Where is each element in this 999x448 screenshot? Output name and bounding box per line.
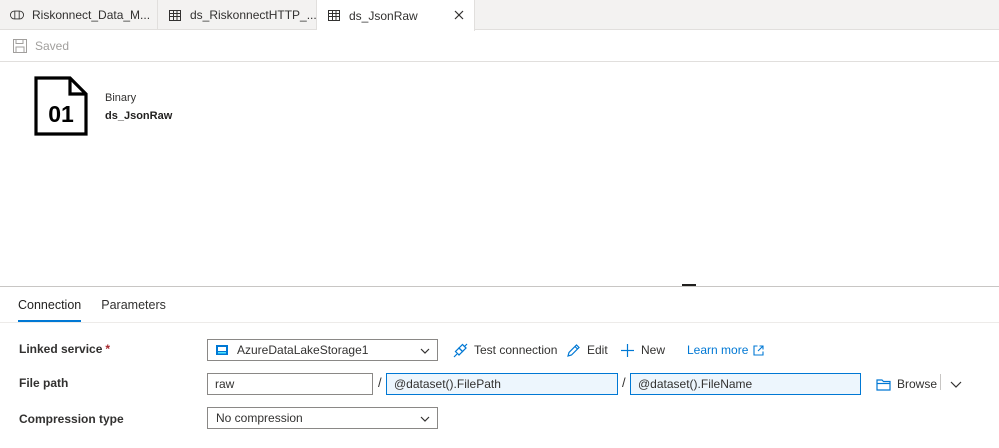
browse-button[interactable]: Browse: [875, 376, 937, 392]
editor-tab-strip: Riskonnect_Data_M... ds_RiskonnectHTTP_.…: [0, 0, 999, 31]
browse-dropdown-button[interactable]: [948, 376, 970, 392]
storage-icon: [216, 344, 228, 356]
tab-dataset-http[interactable]: ds_RiskonnectHTTP_...: [158, 0, 317, 30]
required-marker: *: [105, 342, 111, 356]
edit-label: Edit: [587, 343, 608, 357]
binary-icon-text: 01: [48, 101, 74, 127]
chevron-down-icon: [948, 376, 964, 392]
splitter-handle[interactable]: [682, 284, 696, 286]
tab-parameters[interactable]: Parameters: [101, 298, 166, 322]
panel-splitter: [0, 286, 999, 287]
chevron-down-icon: [420, 345, 430, 355]
chevron-down-icon: [420, 413, 430, 423]
linked-service-value: AzureDataLakeStorage1: [237, 343, 369, 357]
tab-dataset-jsonraw[interactable]: ds_JsonRaw: [317, 0, 475, 31]
learn-more-link[interactable]: Learn more: [687, 343, 764, 357]
test-connection-label: Test connection: [474, 343, 558, 357]
path-separator: /: [622, 375, 626, 390]
dataset-type: Binary: [105, 92, 137, 104]
plus-icon: [619, 342, 635, 358]
linked-service-label: Linked service *: [19, 342, 110, 356]
file-name-input[interactable]: @dataset().FileName: [630, 373, 861, 395]
binary-file-icon: 01: [34, 76, 89, 136]
browse-label: Browse: [897, 377, 938, 391]
external-link-icon: [753, 344, 764, 356]
folder-icon: [875, 376, 891, 392]
compression-type-label: Compression type: [19, 412, 124, 426]
new-label: New: [641, 343, 666, 357]
save-icon: [13, 39, 27, 53]
saved-status: Saved: [13, 39, 69, 53]
dataset-header: 01 Binary ds_JsonRaw: [34, 76, 172, 136]
table-icon: [327, 9, 341, 23]
container-input[interactable]: raw: [207, 373, 373, 395]
saved-label: Saved: [35, 39, 70, 53]
tab-pipeline[interactable]: Riskonnect_Data_M...: [0, 0, 158, 30]
browse-divider: [940, 374, 941, 390]
close-icon[interactable]: [452, 8, 466, 22]
tab-label: ds_RiskonnectHTTP_...: [190, 8, 316, 22]
dataset-name: ds_JsonRaw: [105, 110, 173, 122]
tab-label: Riskonnect_Data_M...: [32, 8, 151, 22]
compression-type-select[interactable]: No compression: [207, 407, 438, 429]
linked-service-label-text: Linked service: [19, 342, 103, 356]
plug-icon: [452, 342, 468, 358]
tabs-divider: [0, 322, 999, 323]
path-separator: /: [378, 375, 382, 390]
learn-more-label: Learn more: [687, 343, 749, 357]
toolbar: Saved: [0, 31, 999, 62]
table-icon: [168, 8, 182, 22]
properties-tabs: Connection Parameters: [18, 298, 186, 322]
pencil-icon: [565, 342, 581, 358]
test-connection-button[interactable]: Test connection: [452, 342, 557, 358]
linked-service-select[interactable]: AzureDataLakeStorage1: [207, 339, 438, 361]
tab-connection[interactable]: Connection: [18, 298, 82, 322]
file-path-label: File path: [19, 376, 69, 390]
directory-input[interactable]: @dataset().FilePath: [386, 373, 618, 395]
compression-type-value: No compression: [216, 411, 303, 425]
edit-button[interactable]: Edit: [565, 342, 608, 358]
pipeline-icon: [10, 8, 24, 22]
new-button[interactable]: New: [619, 342, 665, 358]
